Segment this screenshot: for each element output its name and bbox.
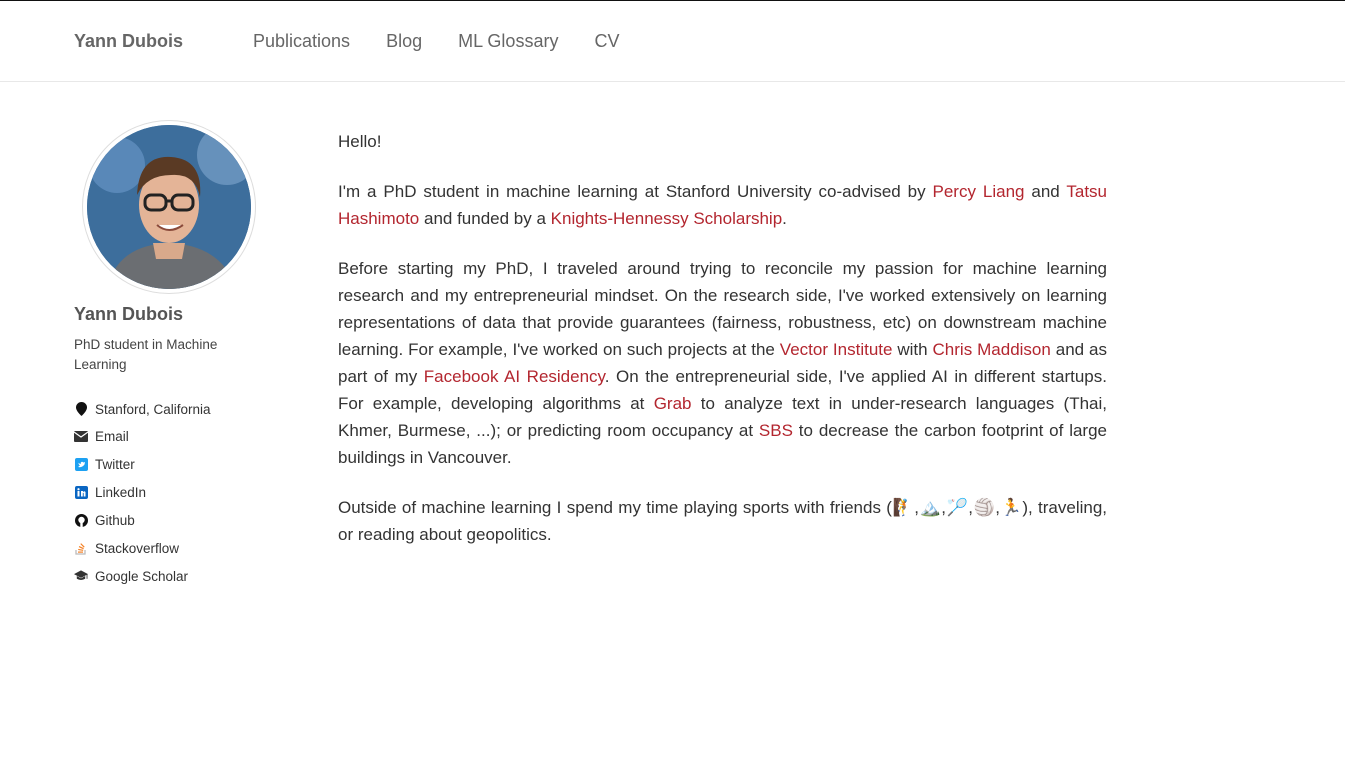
nav-blog[interactable]: Blog — [386, 31, 422, 52]
about-content: Hello! I'm a PhD student in machine lear… — [338, 128, 1107, 571]
twitter-icon — [74, 457, 88, 471]
greeting-paragraph: Hello! — [338, 132, 382, 151]
link-google-scholar[interactable]: Google Scholar — [74, 559, 264, 593]
nav-cv[interactable]: CV — [594, 31, 619, 52]
intro-text-4: . — [782, 209, 787, 228]
grab-link[interactable]: Grab — [654, 394, 692, 413]
github-icon — [74, 513, 88, 527]
avatar-photo-icon — [87, 125, 251, 289]
stackoverflow-link[interactable]: Stackoverflow — [95, 541, 179, 556]
github-link[interactable]: Github — [95, 513, 135, 528]
chris-maddison-link[interactable]: Chris Maddison — [933, 340, 1051, 359]
author-links: Stanford, California Email Twitter Linke… — [74, 393, 264, 593]
location-text: Stanford, California — [95, 401, 211, 417]
envelope-icon — [74, 429, 88, 443]
top-navbar: Yann Dubois Publications Blog ML Glossar… — [0, 1, 1345, 82]
sports-emojis: 🧗,🏔️,🏸,🏐,🏃 — [891, 498, 1023, 517]
twitter-link[interactable]: Twitter — [95, 457, 135, 472]
background-paragraph: Before starting my PhD, I traveled aroun… — [338, 255, 1107, 471]
main-nav: Publications Blog ML Glossary CV — [253, 31, 655, 52]
intro-text-1: I'm a PhD student in machine learning at… — [338, 182, 933, 201]
graduation-cap-icon — [74, 569, 88, 583]
google-scholar-link[interactable]: Google Scholar — [95, 569, 188, 584]
nav-publications[interactable]: Publications — [253, 31, 350, 52]
vector-institute-link[interactable]: Vector Institute — [780, 340, 893, 359]
intro-text-3: and funded by a — [419, 209, 551, 228]
knights-hennessy-link[interactable]: Knights-Hennessy Scholarship — [551, 209, 783, 228]
intro-text-2: and — [1024, 182, 1067, 201]
author-sidebar: Yann Dubois PhD student in Machine Learn… — [74, 120, 264, 593]
nav-ml-glossary[interactable]: ML Glossary — [458, 31, 558, 52]
email-link[interactable]: Email — [95, 429, 129, 444]
sbs-link[interactable]: SBS — [759, 421, 793, 440]
hobbies-paragraph: Outside of machine learning I spend my t… — [338, 494, 1107, 548]
linkedin-link[interactable]: LinkedIn — [95, 485, 146, 500]
avatar — [87, 125, 251, 289]
facebook-ai-residency-link[interactable]: Facebook AI Residency — [424, 367, 605, 386]
stackoverflow-icon — [74, 541, 88, 555]
map-marker-icon — [74, 402, 88, 416]
author-name: Yann Dubois — [74, 304, 184, 324]
hobbies-text-1: Outside of machine learning I spend my t… — [338, 498, 892, 517]
avatar-frame — [82, 120, 256, 294]
percy-liang-link[interactable]: Percy Liang — [933, 182, 1025, 201]
linkedin-icon — [74, 485, 88, 499]
background-text-2: with — [892, 340, 933, 359]
intro-paragraph: I'm a PhD student in machine learning at… — [338, 178, 1107, 232]
site-title-link[interactable]: Yann Dubois — [74, 31, 183, 52]
author-bio: PhD student in Machine Learning — [74, 337, 218, 372]
